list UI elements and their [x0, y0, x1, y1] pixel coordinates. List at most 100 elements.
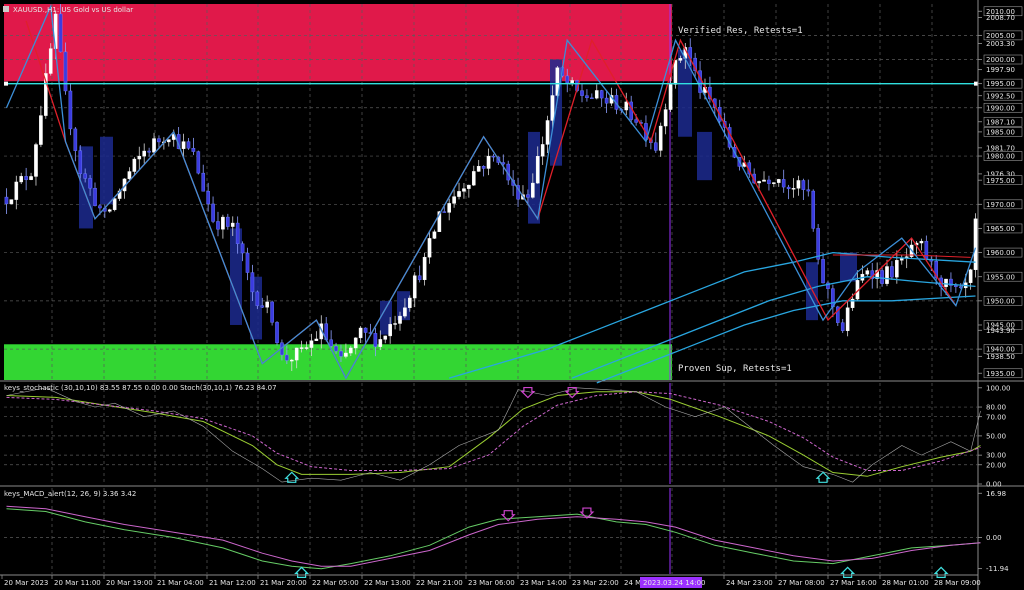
time-tick-label: 23 Mar 22:00: [572, 579, 619, 587]
time-tick-label: 21 Mar 20:00: [260, 579, 307, 587]
price-tick-label: 1987.10: [986, 118, 1015, 126]
candle-body: [462, 188, 466, 192]
candle-body: [73, 128, 78, 151]
candle-body: [112, 198, 117, 210]
candle-body: [880, 270, 884, 284]
price-tick-label: 1955.00: [986, 273, 1015, 281]
candle-body: [83, 173, 87, 179]
macd-tick-label: -11.94: [986, 565, 1009, 573]
candle-body: [457, 191, 461, 197]
candle-body: [127, 171, 132, 180]
support-zone-label: Proven Sup, Retests=1: [678, 364, 792, 374]
time-tick-label: 27 Mar 16:00: [830, 579, 877, 587]
candle-body: [919, 240, 924, 244]
symbol-icon: [3, 6, 9, 12]
candle-body: [895, 260, 899, 278]
candle-body: [845, 307, 850, 331]
candle-body: [757, 181, 761, 184]
candle-body: [806, 189, 811, 192]
candle-body: [240, 243, 245, 254]
time-tick-label: 21 Mar 12:00: [209, 579, 256, 587]
candle-body: [801, 180, 806, 190]
candle-body: [840, 322, 845, 331]
candle-body: [349, 347, 353, 354]
macd-title: keys_MACD_alert(12, 26, 9) 3.36 3.42: [4, 490, 136, 498]
candle-body: [811, 190, 816, 229]
cursor-time-label: 2023.03.24 14:00: [643, 579, 705, 587]
candle-body: [781, 179, 786, 188]
candle-body: [412, 275, 417, 299]
candle-body: [339, 350, 343, 357]
candle-body: [776, 179, 781, 183]
candle-body: [924, 240, 929, 260]
price-tick-label: 1970.00: [986, 201, 1015, 209]
stochastic-tick-label: 50.00: [986, 433, 1006, 441]
time-tick-label: 27 Mar 08:00: [778, 579, 825, 587]
stochastic-tick-label: 30.00: [986, 452, 1006, 460]
candle-body: [88, 178, 92, 189]
candle-body: [890, 266, 894, 278]
candle-body: [157, 138, 161, 143]
line-handle: [4, 81, 8, 86]
time-tick-label: 22 Mar 13:00: [364, 579, 411, 587]
candle-body: [39, 115, 43, 145]
candle-body: [634, 119, 638, 123]
macd-tick-label: 16.98: [986, 490, 1006, 498]
candle-body: [201, 172, 206, 192]
time-tick-label: 21 Mar 04:00: [157, 579, 204, 587]
candle-body: [545, 120, 550, 145]
candle-body: [255, 291, 260, 306]
candle-body: [653, 142, 658, 151]
stochastic-tick-label: 0.00: [986, 481, 1002, 489]
price-tick-label: 2008.70: [986, 14, 1015, 22]
candle-body: [383, 335, 388, 340]
time-tick-label: 22 Mar 21:00: [416, 579, 463, 587]
price-tick-label: 1975.00: [986, 177, 1015, 185]
candle-body: [4, 196, 9, 205]
candle-body: [137, 155, 142, 160]
candle-body: [270, 301, 274, 323]
candle-body: [78, 150, 83, 174]
candle-body: [24, 176, 28, 180]
candle-body: [9, 199, 14, 205]
candle-body: [353, 337, 358, 349]
candle-body: [408, 297, 412, 308]
time-tick-label: 28 Mar 09:00: [934, 579, 981, 587]
candle-body: [624, 101, 629, 111]
candle-body: [791, 188, 796, 190]
candle-body: [471, 171, 476, 186]
stochastic-tick-label: 100.00: [986, 384, 1011, 392]
candle-body: [668, 84, 673, 110]
candle-body: [299, 347, 304, 349]
candle-body: [186, 141, 191, 149]
price-tick-label: 2000.00: [986, 56, 1015, 64]
candle-body: [486, 155, 491, 169]
candle-body: [181, 141, 186, 149]
candle-body: [604, 97, 609, 104]
candle-body: [594, 90, 599, 99]
trading-chart[interactable]: 2010.002008.702005.002003.302000.001997.…: [0, 0, 1024, 590]
candle-body: [289, 359, 294, 362]
price-tick-label: 1981.70: [986, 144, 1015, 152]
candle-body: [570, 80, 574, 84]
candle-body: [678, 58, 683, 61]
candle-body: [48, 48, 53, 74]
candle-body: [786, 186, 791, 190]
candle-body: [329, 339, 333, 347]
price-tick-label: 1943.90: [986, 327, 1015, 335]
candle-body: [285, 354, 289, 361]
candle-body: [166, 139, 171, 143]
chart-title: XAUUSD.,H1: US Gold vs US dollar: [13, 6, 133, 14]
candle-body: [772, 182, 776, 184]
candle-body: [388, 324, 392, 337]
candle-body: [363, 327, 368, 333]
candle-body: [147, 150, 151, 153]
candle-body: [550, 95, 555, 121]
line-handle: [974, 81, 978, 86]
candle-body: [442, 211, 447, 213]
candle-body: [68, 90, 73, 130]
candle-body: [663, 109, 668, 127]
candle-body: [526, 194, 530, 198]
candle-body: [467, 184, 471, 189]
candle-body: [142, 150, 146, 157]
